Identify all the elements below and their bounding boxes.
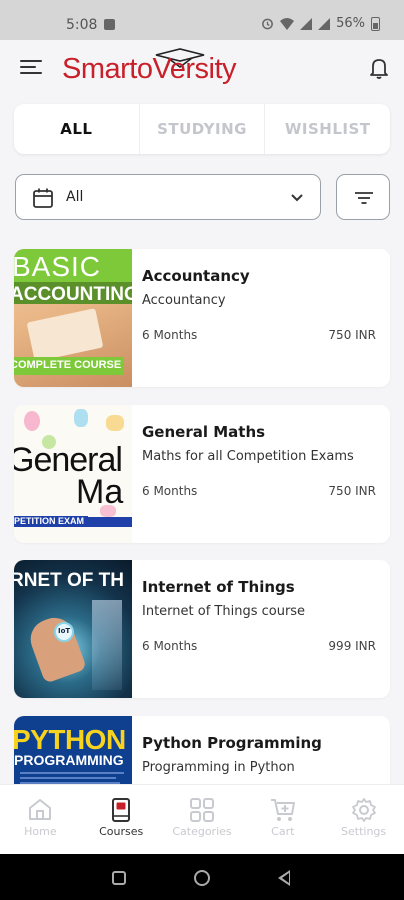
nav-settings[interactable]: Settings <box>323 785 404 854</box>
nav-label: Home <box>24 825 57 838</box>
recents-button[interactable] <box>112 871 126 885</box>
thumb-text: COMPLETE COURSE <box>14 359 122 371</box>
signal-icon-2 <box>318 17 331 30</box>
thumb-text: PETITION EXAM <box>14 516 89 526</box>
grid-icon <box>189 798 214 822</box>
nav-categories[interactable]: Categories <box>162 785 243 854</box>
course-tabs: ALL STUDYING WISHLIST <box>14 104 390 154</box>
thumb-text: IoT <box>58 627 71 635</box>
photo-notification-icon <box>104 19 115 30</box>
home-button[interactable] <box>194 870 210 886</box>
nav-home[interactable]: Home <box>0 785 81 854</box>
nav-label: Courses <box>99 825 144 838</box>
chevron-down-icon <box>291 194 303 202</box>
thumb-text: BASIC <box>14 251 102 282</box>
course-subtitle: Maths for all Competition Exams <box>142 449 354 464</box>
bell-icon[interactable] <box>368 56 390 80</box>
nav-label: Categories <box>172 825 232 838</box>
course-title: Accountancy <box>142 267 250 285</box>
course-card-accountancy[interactable]: BASIC ACCOUNTING COMPLETE COURSE Account… <box>14 249 390 387</box>
course-price: 999 INR <box>328 639 376 653</box>
battery-icon <box>371 16 380 31</box>
status-icons: 56% <box>261 16 380 31</box>
course-duration: 6 Months <box>142 484 198 498</box>
app-header: SmartoVersity <box>0 40 404 100</box>
nav-courses[interactable]: Courses <box>81 785 162 854</box>
logo-text: SmartoVersity <box>62 53 237 85</box>
course-title: Internet of Things <box>142 578 295 596</box>
nav-label: Settings <box>341 825 387 838</box>
nav-label: Cart <box>271 825 295 838</box>
filter-button[interactable] <box>336 174 390 220</box>
thumb-text: PROGRAMMING <box>14 752 124 768</box>
tab-wishlist[interactable]: WISHLIST <box>265 104 390 154</box>
course-title: Python Programming <box>142 734 322 752</box>
bottom-navigation: Home Courses Categories Cart Settings <box>0 784 404 854</box>
dropdown-value: All <box>66 189 84 205</box>
course-price: 750 INR <box>328 328 376 342</box>
cart-icon <box>270 799 295 821</box>
tab-studying[interactable]: STUDYING <box>140 104 266 154</box>
back-button[interactable] <box>278 870 290 886</box>
course-thumbnail: General Ma PETITION EXAM <box>14 405 132 543</box>
battery-percent: 56% <box>336 16 365 31</box>
system-navigation-bar <box>0 854 404 900</box>
course-subtitle: Accountancy <box>142 293 226 308</box>
course-duration: 6 Months <box>142 639 198 653</box>
filter-icon <box>355 192 373 204</box>
course-card-general-maths[interactable]: General Ma PETITION EXAM General Maths M… <box>14 405 390 543</box>
course-duration: 6 Months <box>142 328 198 342</box>
course-thumbnail: BASIC ACCOUNTING COMPLETE COURSE <box>14 249 132 387</box>
wifi-icon <box>280 17 295 30</box>
course-thumbnail: RNET OF TH IoT <box>14 560 132 698</box>
thumb-text: ACCOUNTING <box>14 284 132 305</box>
course-subtitle: Programming in Python <box>142 760 295 775</box>
course-price: 750 INR <box>328 484 376 498</box>
menu-icon[interactable] <box>20 58 42 76</box>
thumb-text: RNET OF TH <box>14 570 124 591</box>
nav-cart[interactable]: Cart <box>242 785 323 854</box>
tab-all[interactable]: ALL <box>14 104 140 154</box>
course-subtitle: Internet of Things course <box>142 604 306 619</box>
thumb-text: Ma <box>76 473 124 511</box>
status-bar: 5:08 56% <box>0 0 404 40</box>
home-icon <box>29 799 52 820</box>
signal-icon <box>300 17 313 30</box>
gear-icon <box>351 798 376 822</box>
period-dropdown[interactable]: All <box>15 174 321 220</box>
alarm-icon <box>262 18 273 30</box>
course-card-internet-of-things[interactable]: RNET OF TH IoT Internet of Things Intern… <box>14 560 390 698</box>
smartoversity-logo: SmartoVersity <box>62 47 252 91</box>
book-icon <box>112 798 131 822</box>
status-time: 5:08 <box>66 17 98 33</box>
course-title: General Maths <box>142 423 266 441</box>
calendar-icon <box>33 188 53 208</box>
